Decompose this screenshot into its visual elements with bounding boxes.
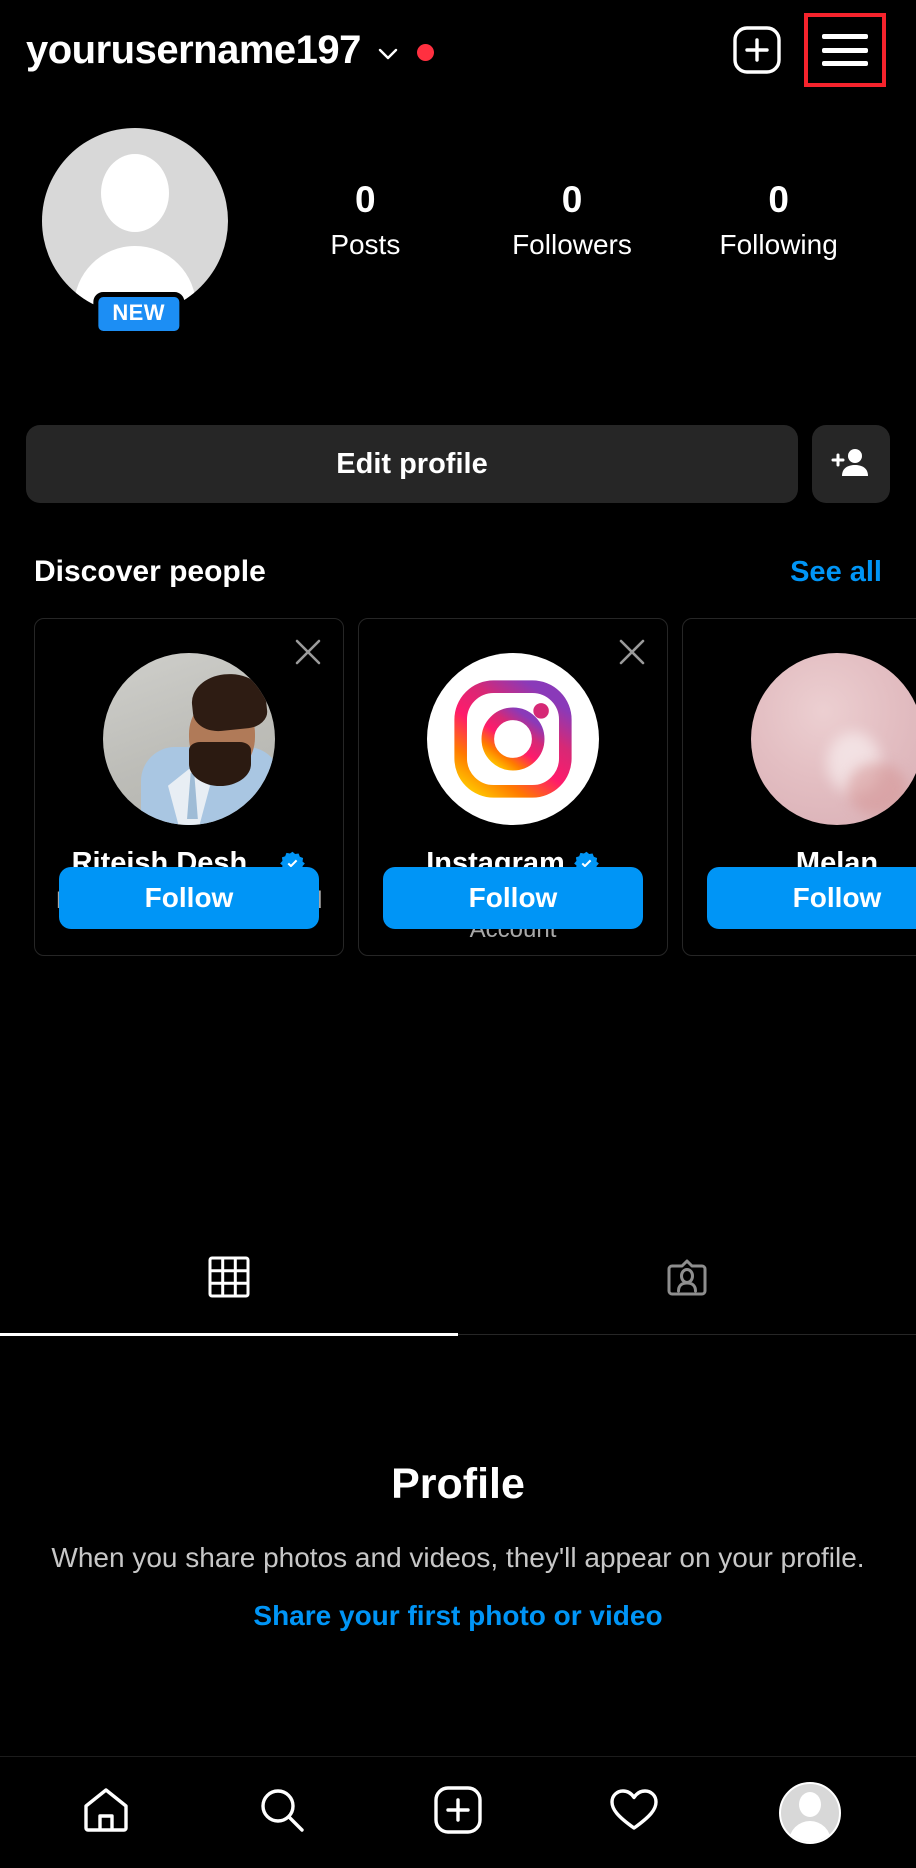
menu-button[interactable] bbox=[804, 13, 886, 87]
avatar-head bbox=[101, 154, 169, 232]
empty-state-description: When you share photos and videos, they'l… bbox=[51, 1542, 865, 1573]
hamburger-menu-icon bbox=[822, 34, 868, 66]
followers-label: Followers bbox=[512, 228, 632, 260]
new-badge: NEW bbox=[93, 292, 184, 336]
bottom-navigation bbox=[0, 1756, 916, 1868]
tagged-person-icon bbox=[664, 1254, 710, 1305]
instagram-logo-avatar bbox=[427, 653, 599, 825]
create-button[interactable] bbox=[732, 25, 782, 75]
add-person-icon bbox=[831, 443, 871, 486]
discover-people-toggle-button[interactable] bbox=[812, 425, 890, 503]
following-count: 0 bbox=[768, 179, 789, 220]
stat-followers[interactable]: 0 Followers bbox=[512, 179, 632, 261]
create-plus-icon bbox=[431, 1783, 485, 1842]
empty-state-title: Profile bbox=[391, 1460, 525, 1508]
grid-icon bbox=[206, 1254, 252, 1305]
posts-count: 0 bbox=[355, 179, 376, 220]
chevron-down-icon[interactable] bbox=[377, 43, 399, 65]
followers-count: 0 bbox=[561, 179, 583, 220]
nav-create[interactable] bbox=[415, 1770, 501, 1856]
profile-avatar-icon bbox=[779, 1781, 841, 1844]
profile-tabs bbox=[0, 1225, 916, 1336]
avatar-shadow bbox=[847, 763, 908, 816]
suggestion-card[interactable]: Instagram Instagram Official Account Fol… bbox=[358, 618, 668, 956]
stat-posts[interactable]: 0 Posts bbox=[305, 179, 425, 261]
see-all-link[interactable]: See all bbox=[790, 556, 882, 589]
search-icon bbox=[255, 1783, 309, 1842]
heart-icon bbox=[607, 1783, 661, 1842]
tab-tagged[interactable] bbox=[458, 1225, 916, 1334]
follow-button[interactable]: Follow bbox=[59, 867, 319, 929]
discover-people-carousel[interactable]: Riteish Desh... Instagram recommended Fo… bbox=[34, 618, 916, 958]
close-icon[interactable] bbox=[615, 635, 649, 669]
follow-button[interactable]: Follow bbox=[383, 867, 643, 929]
riteish-photo-avatar bbox=[103, 653, 275, 825]
nav-avatar-head bbox=[799, 1791, 821, 1817]
username-label[interactable]: yourusername197 bbox=[26, 28, 361, 73]
edit-profile-button[interactable]: Edit profile bbox=[26, 425, 798, 503]
nav-activity[interactable] bbox=[591, 1770, 677, 1856]
top-header: yourusername197 bbox=[0, 0, 916, 100]
suggestion-card[interactable]: Melan I rec Follow bbox=[682, 618, 916, 956]
melanie-photo-avatar bbox=[751, 653, 916, 825]
following-label: Following bbox=[719, 228, 838, 260]
posts-label: Posts bbox=[330, 228, 401, 260]
nav-avatar-body bbox=[789, 1820, 831, 1842]
nav-profile[interactable] bbox=[767, 1770, 853, 1856]
nav-search[interactable] bbox=[239, 1770, 325, 1856]
tab-grid[interactable] bbox=[0, 1225, 458, 1336]
follow-button[interactable]: Follow bbox=[707, 867, 916, 929]
discover-people-header: Discover people See all bbox=[0, 555, 916, 589]
status-dot-indicator bbox=[416, 43, 434, 61]
close-icon[interactable] bbox=[291, 635, 325, 669]
share-first-photo-link[interactable]: Share your first photo or video bbox=[0, 1600, 916, 1632]
stat-following[interactable]: 0 Following bbox=[719, 179, 839, 261]
profile-summary: NEW 0 Posts 0 Followers 0 Following bbox=[0, 128, 916, 336]
default-avatar-icon bbox=[42, 128, 228, 314]
home-icon bbox=[79, 1783, 133, 1842]
stats-row: 0 Posts 0 Followers 0 Following bbox=[228, 128, 916, 261]
avatar-hair bbox=[189, 669, 270, 734]
profile-empty-state: Profile When you share photos and videos… bbox=[0, 1460, 916, 1632]
profile-actions: Edit profile bbox=[0, 425, 916, 503]
suggestion-card[interactable]: Riteish Desh... Instagram recommended Fo… bbox=[34, 618, 344, 956]
discover-people-title: Discover people bbox=[34, 555, 266, 588]
nav-home[interactable] bbox=[63, 1770, 149, 1856]
plus-box-icon bbox=[732, 25, 782, 75]
instagram-profile-screen: yourusername197 NEW 0 Posts 0 Followers … bbox=[0, 0, 916, 1868]
profile-avatar-wrap[interactable]: NEW bbox=[42, 128, 228, 336]
